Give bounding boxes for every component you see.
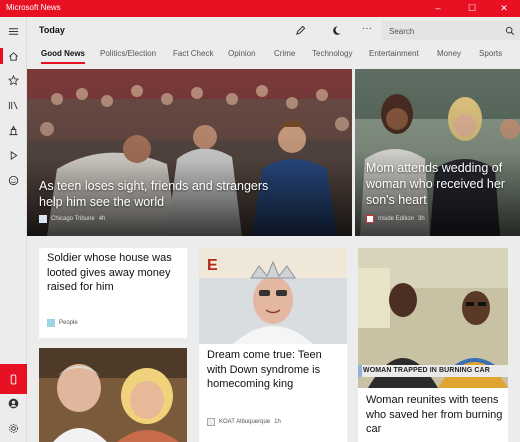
tab-good-news[interactable]: Good News [41,49,86,64]
card-image-homecoming-king: E [199,248,347,344]
story-age: 4h [98,216,106,222]
page-title: Today [39,25,65,35]
tab-crime[interactable]: Crime [274,49,295,58]
nav-good-news[interactable] [0,168,27,192]
title-bar: Microsoft News – ☐ ✕ [0,0,520,17]
card-source: KOAT Albuquerque 1h [207,418,281,426]
story-card-2[interactable]: E Dream come true: Teen with Down syndro… [199,248,347,442]
theme-toggle-button[interactable] [329,23,343,37]
story-card-1[interactable]: Soldier whose house was looted gives awa… [39,248,187,338]
play-icon [10,150,18,160]
phone-icon [10,374,17,384]
smiley-icon [8,175,19,185]
tab-technology[interactable]: Technology [312,49,352,58]
more-options-button[interactable]: ··· [360,21,374,35]
nav-interests[interactable] [0,68,27,92]
maximize-button[interactable]: ☐ [456,0,488,17]
settings-button[interactable] [0,416,27,440]
source-name: Inside Edition [378,216,415,222]
close-button[interactable]: ✕ [488,0,520,17]
tab-money[interactable]: Money [437,49,461,58]
left-nav-rail [0,17,27,442]
hero-title[interactable]: As teen loses sight, friends and strange… [39,178,289,210]
source-logo-icon [39,215,47,223]
hamburger-icon [8,27,19,35]
source-logo-icon [366,215,374,223]
nav-local[interactable] [0,118,27,142]
story-age: 3h [418,216,425,222]
nav-videos[interactable] [0,143,27,167]
avatar-icon [8,398,19,408]
get-mobile-app-button[interactable] [0,364,27,394]
card-image-couple [39,348,187,442]
card-title[interactable]: Woman reunites with teens who saved her … [366,393,506,437]
search-icon[interactable] [505,26,515,36]
account-button[interactable] [0,391,27,415]
minimize-button[interactable]: – [422,0,454,17]
gear-icon [9,423,18,433]
hero-source: Chicago Tribune 4h [39,215,105,223]
local-icon [9,124,18,135]
moon-icon [332,25,341,35]
source-name: People [59,320,78,326]
tab-politics-election[interactable]: Politics/Election [100,49,156,58]
svg-text:E: E [207,257,218,274]
hero-story-2[interactable]: Mom attends wedding of woman who receive… [355,69,520,236]
pencil-icon [295,25,305,35]
search-input[interactable] [389,25,499,37]
star-icon [8,74,19,85]
tab-opinion[interactable]: Opinion [228,49,256,58]
card-title[interactable]: Dream come true: Teen with Down syndrome… [207,348,341,392]
tab-entertainment[interactable]: Entertainment [369,49,419,58]
edit-button[interactable] [293,23,307,37]
source-logo-icon [207,418,215,426]
hero-image-basketball-crowd [27,69,352,236]
category-tabs: Good News Politics/Election Fact Check O… [27,43,520,67]
hamburger-menu-button[interactable] [0,19,27,43]
source-logo-icon [47,319,55,327]
library-icon [8,101,18,109]
hero-story-1[interactable]: As teen loses sight, friends and strange… [27,69,352,236]
tab-fact-check[interactable]: Fact Check [173,49,213,58]
story-card-3[interactable]: WOMAN TRAPPED IN BURNING CAR Woman reuni… [358,248,508,442]
page-header: Today ··· [27,17,520,43]
card-source: People [47,319,78,327]
app-window: Microsoft News – ☐ ✕ Today ··· Search Go… [0,0,520,442]
search-box[interactable] [382,21,520,40]
source-name: KOAT Albuquerque [219,419,271,425]
nav-home[interactable] [0,44,27,68]
source-name: Chicago Tribune [51,216,95,222]
video-chyron: WOMAN TRAPPED IN BURNING CAR [363,367,490,374]
tab-sports[interactable]: Sports [479,49,502,58]
card-title[interactable]: Soldier whose house was looted gives awa… [47,251,183,295]
hero-title[interactable]: Mom attends wedding of woman who receive… [366,160,516,208]
story-card-4[interactable] [39,348,187,442]
story-age: 1h [274,419,281,425]
home-icon [9,51,18,61]
hero-image-wedding [355,69,520,236]
nav-sources[interactable] [0,93,27,117]
hero-source: Inside Edition 3h [366,215,425,223]
app-title: Microsoft News [6,3,61,12]
